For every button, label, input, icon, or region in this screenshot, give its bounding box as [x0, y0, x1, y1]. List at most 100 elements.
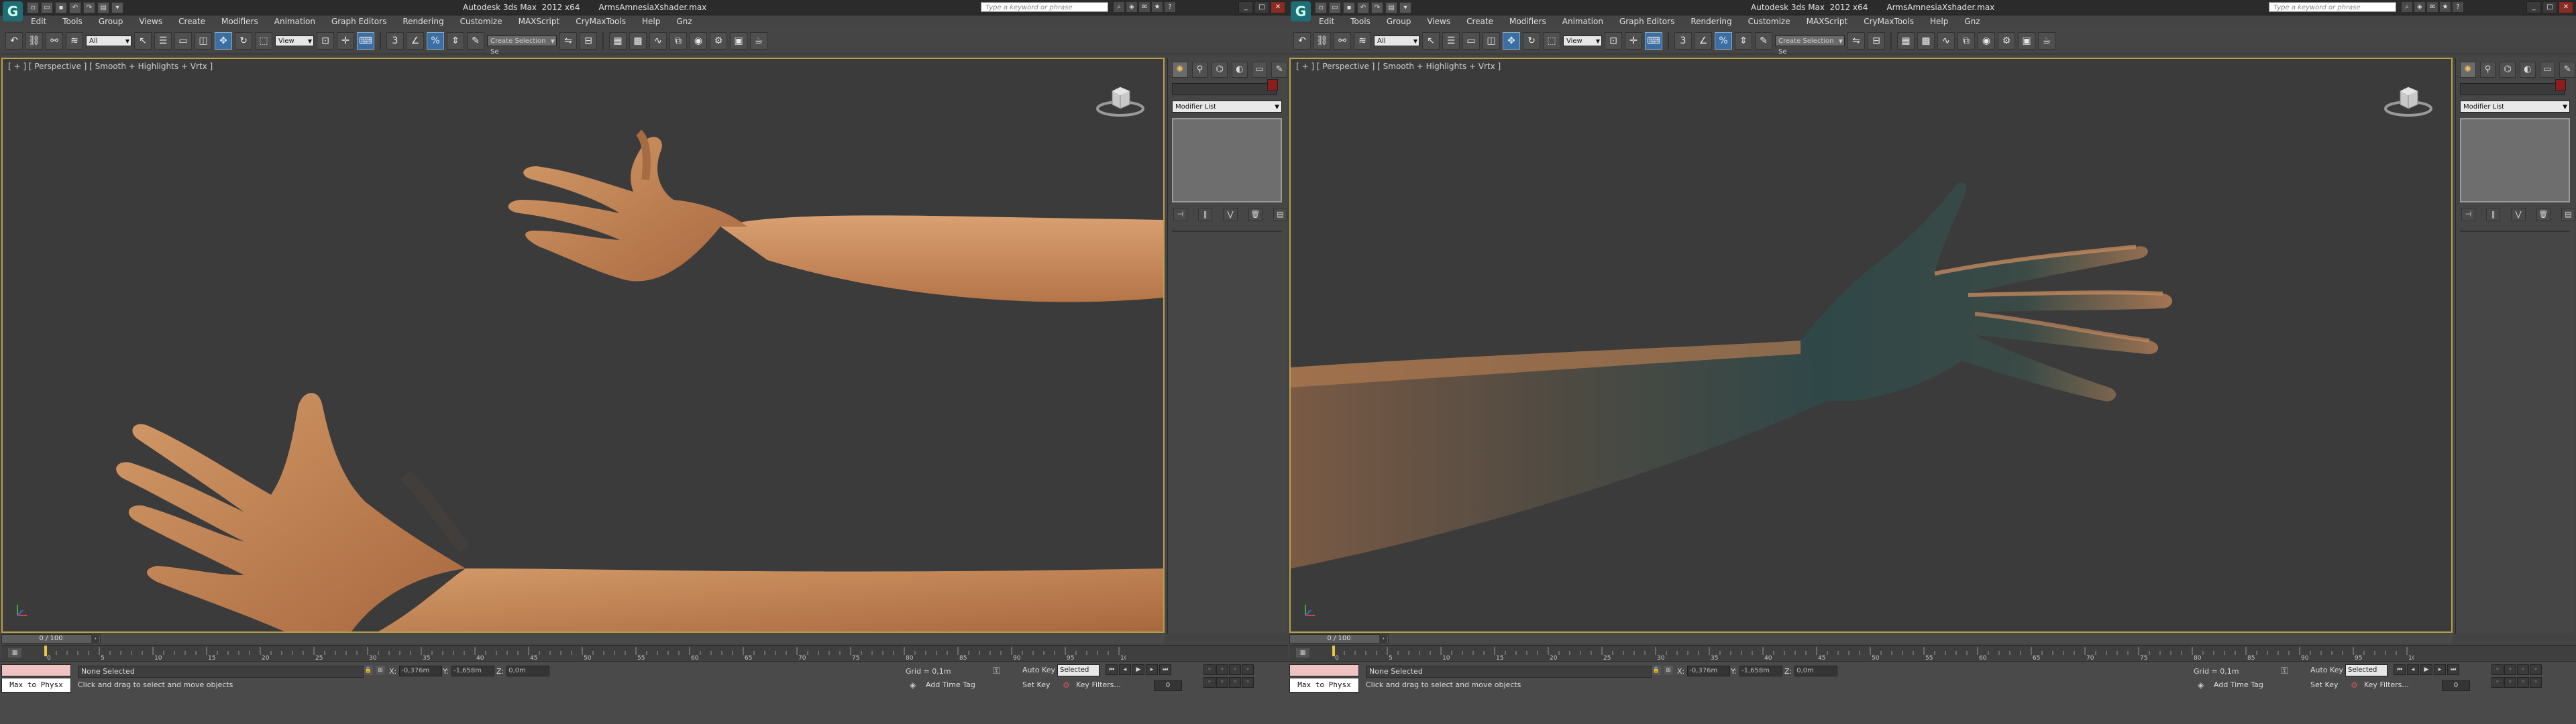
absolute-mode-icon[interactable]: ⊞: [1664, 666, 1673, 675]
utilities-tab-icon[interactable]: ✎: [1271, 62, 1288, 78]
make-unique-icon[interactable]: ⋁: [1223, 208, 1238, 221]
viewport-label[interactable]: [ + ] [ Perspective ] [ Smooth + Highlig…: [1296, 62, 1501, 71]
graphite-ribbon-icon[interactable]: ▩: [1917, 32, 1935, 50]
menu-graph-editors[interactable]: Graph Editors: [330, 15, 388, 27]
key-mode-dropdown[interactable]: Selected: [2345, 664, 2387, 676]
viewcube-icon[interactable]: [2381, 79, 2435, 119]
render-production-icon[interactable]: ☕: [2038, 32, 2055, 50]
app-logo[interactable]: G: [3, 1, 23, 21]
x-coord-field[interactable]: -0,376m: [399, 666, 443, 676]
render-production-icon[interactable]: ☕: [750, 32, 767, 50]
modifier-list-dropdown[interactable]: Modifier List: [2460, 101, 2570, 113]
selection-filter-dropdown[interactable]: All: [1374, 35, 1419, 47]
angle-snap-icon[interactable]: ∠: [407, 32, 424, 50]
key-filter-icon[interactable]: ⚙: [2351, 680, 2358, 690]
maxscript-listener[interactable]: Max to Physx: [1, 678, 71, 692]
key-filters-button[interactable]: Key Filters...: [1076, 680, 1121, 689]
rendered-frame-window-icon[interactable]: ▣: [730, 32, 747, 50]
subscription-icon[interactable]: ◈: [2414, 2, 2425, 12]
zoom-icon[interactable]: ◦: [2491, 664, 2504, 675]
orbit-icon[interactable]: ◦: [1229, 677, 1241, 688]
next-frame-icon[interactable]: ▸: [2434, 664, 2446, 675]
search-input[interactable]: Type a keyword or phrase: [981, 2, 1108, 12]
window-crossing-icon[interactable]: ◫: [1483, 32, 1500, 50]
play-icon[interactable]: ▶: [1132, 664, 1144, 675]
modifier-stack[interactable]: [1172, 118, 1282, 202]
next-frame-arrow-icon[interactable]: ›: [1379, 634, 1387, 644]
add-time-tag[interactable]: Add Time Tag: [2214, 680, 2263, 689]
viewport-perspective[interactable]: [ + ] [ Perspective ] [ Smooth + Highlig…: [1, 58, 1165, 633]
select-scale-icon[interactable]: ⬚: [1543, 32, 1560, 50]
menu-views[interactable]: Views: [1426, 15, 1452, 27]
select-scale-icon[interactable]: ⬚: [255, 32, 272, 50]
menu-modifiers[interactable]: Modifiers: [1508, 15, 1548, 27]
zoom-extents-all-icon[interactable]: ◦: [2530, 664, 2542, 675]
snaps-toggle-icon[interactable]: 3: [1674, 32, 1692, 50]
project-folder-icon[interactable]: ▤: [97, 2, 109, 13]
next-frame-arrow-icon[interactable]: ›: [91, 634, 99, 644]
maximize-viewport-icon[interactable]: ◦: [2530, 677, 2542, 688]
motion-tab-icon[interactable]: ◐: [2520, 62, 2536, 78]
communication-icon[interactable]: ✉: [1139, 2, 1150, 12]
select-rotate-icon[interactable]: ↻: [235, 32, 252, 50]
app-logo[interactable]: G: [1291, 1, 1311, 21]
binoculars-icon[interactable]: ⌕: [2402, 2, 2412, 12]
maximize-viewport-icon[interactable]: ◦: [1242, 677, 1254, 688]
menu-maxscript[interactable]: MAXScript: [517, 15, 561, 27]
select-object-icon[interactable]: ↖: [1422, 32, 1440, 50]
show-end-result-icon[interactable]: ‖: [2486, 208, 2501, 221]
menu-help[interactable]: Help: [641, 15, 661, 27]
select-rotate-icon[interactable]: ↻: [1523, 32, 1540, 50]
time-tag-icon[interactable]: ◈: [910, 680, 916, 690]
show-end-result-icon[interactable]: ‖: [1198, 208, 1213, 221]
close-icon[interactable]: ✕: [2559, 1, 2573, 13]
communication-icon[interactable]: ✉: [2427, 2, 2438, 12]
ref-coord-dropdown[interactable]: View: [275, 35, 314, 47]
curve-editor-icon[interactable]: ∿: [649, 32, 667, 50]
time-slider[interactable]: 0 / 100 ›: [1, 634, 1165, 644]
set-key-button[interactable]: Set Key: [2310, 680, 2339, 689]
pivot-center-icon[interactable]: ⊡: [317, 32, 334, 50]
close-icon[interactable]: ✕: [1271, 1, 1285, 13]
go-to-end-icon[interactable]: ⏭: [2447, 664, 2459, 675]
undo-icon[interactable]: ↶: [69, 2, 81, 13]
select-manipulate-icon[interactable]: ✛: [1625, 32, 1642, 50]
absolute-mode-icon[interactable]: ⊞: [376, 666, 385, 675]
menu-rendering[interactable]: Rendering: [1689, 15, 1733, 27]
key-filters-button[interactable]: Key Filters...: [2364, 680, 2409, 689]
object-name-field[interactable]: [1172, 83, 1277, 95]
select-by-name-icon[interactable]: ☰: [154, 32, 172, 50]
modifier-list-dropdown[interactable]: Modifier List: [1172, 101, 1282, 113]
configure-modifier-sets-icon[interactable]: ▤: [1273, 208, 1288, 221]
open-file-icon[interactable]: ▭: [1329, 2, 1341, 13]
mirror-icon[interactable]: ⇋: [559, 32, 577, 50]
current-frame-marker[interactable]: [1332, 646, 1335, 656]
maxscript-listener[interactable]: Max to Physx: [1289, 678, 1359, 692]
spinner-snap-icon[interactable]: ⇕: [447, 32, 464, 50]
selection-filter-dropdown[interactable]: All: [86, 35, 131, 47]
go-to-end-icon[interactable]: ⏭: [1159, 664, 1171, 675]
help-icon[interactable]: ?: [1165, 2, 1175, 12]
percent-snap-icon[interactable]: %: [1715, 32, 1732, 50]
key-icon[interactable]: ⚿: [2281, 666, 2288, 676]
schematic-view-icon[interactable]: ⧉: [669, 32, 687, 50]
zoom-extents-all-icon[interactable]: ◦: [1242, 664, 1254, 675]
link-icon[interactable]: ⛓: [1313, 32, 1331, 50]
redo-icon[interactable]: ↷: [83, 2, 95, 13]
maximize-icon[interactable]: □: [1254, 1, 1269, 13]
menu-rendering[interactable]: Rendering: [401, 15, 445, 27]
select-manipulate-icon[interactable]: ✛: [337, 32, 354, 50]
edit-named-selection-icon[interactable]: ✎: [467, 32, 484, 50]
pivot-center-icon[interactable]: ⊡: [1605, 32, 1622, 50]
hierarchy-tab-icon[interactable]: ⌬: [1212, 62, 1228, 78]
make-unique-icon[interactable]: ⋁: [2511, 208, 2526, 221]
time-tag-icon[interactable]: ◈: [2198, 680, 2204, 690]
object-color-swatch[interactable]: [1267, 79, 1278, 91]
rendered-frame-window-icon[interactable]: ▣: [2018, 32, 2035, 50]
edit-named-selection-icon[interactable]: ✎: [1755, 32, 1772, 50]
zoom-all-icon[interactable]: ◦: [1216, 664, 1228, 675]
open-file-icon[interactable]: ▭: [41, 2, 53, 13]
y-coord-field[interactable]: -1,658m: [451, 666, 494, 676]
menu-edit[interactable]: Edit: [30, 15, 48, 27]
z-coord-field[interactable]: 0,0m: [506, 666, 550, 676]
